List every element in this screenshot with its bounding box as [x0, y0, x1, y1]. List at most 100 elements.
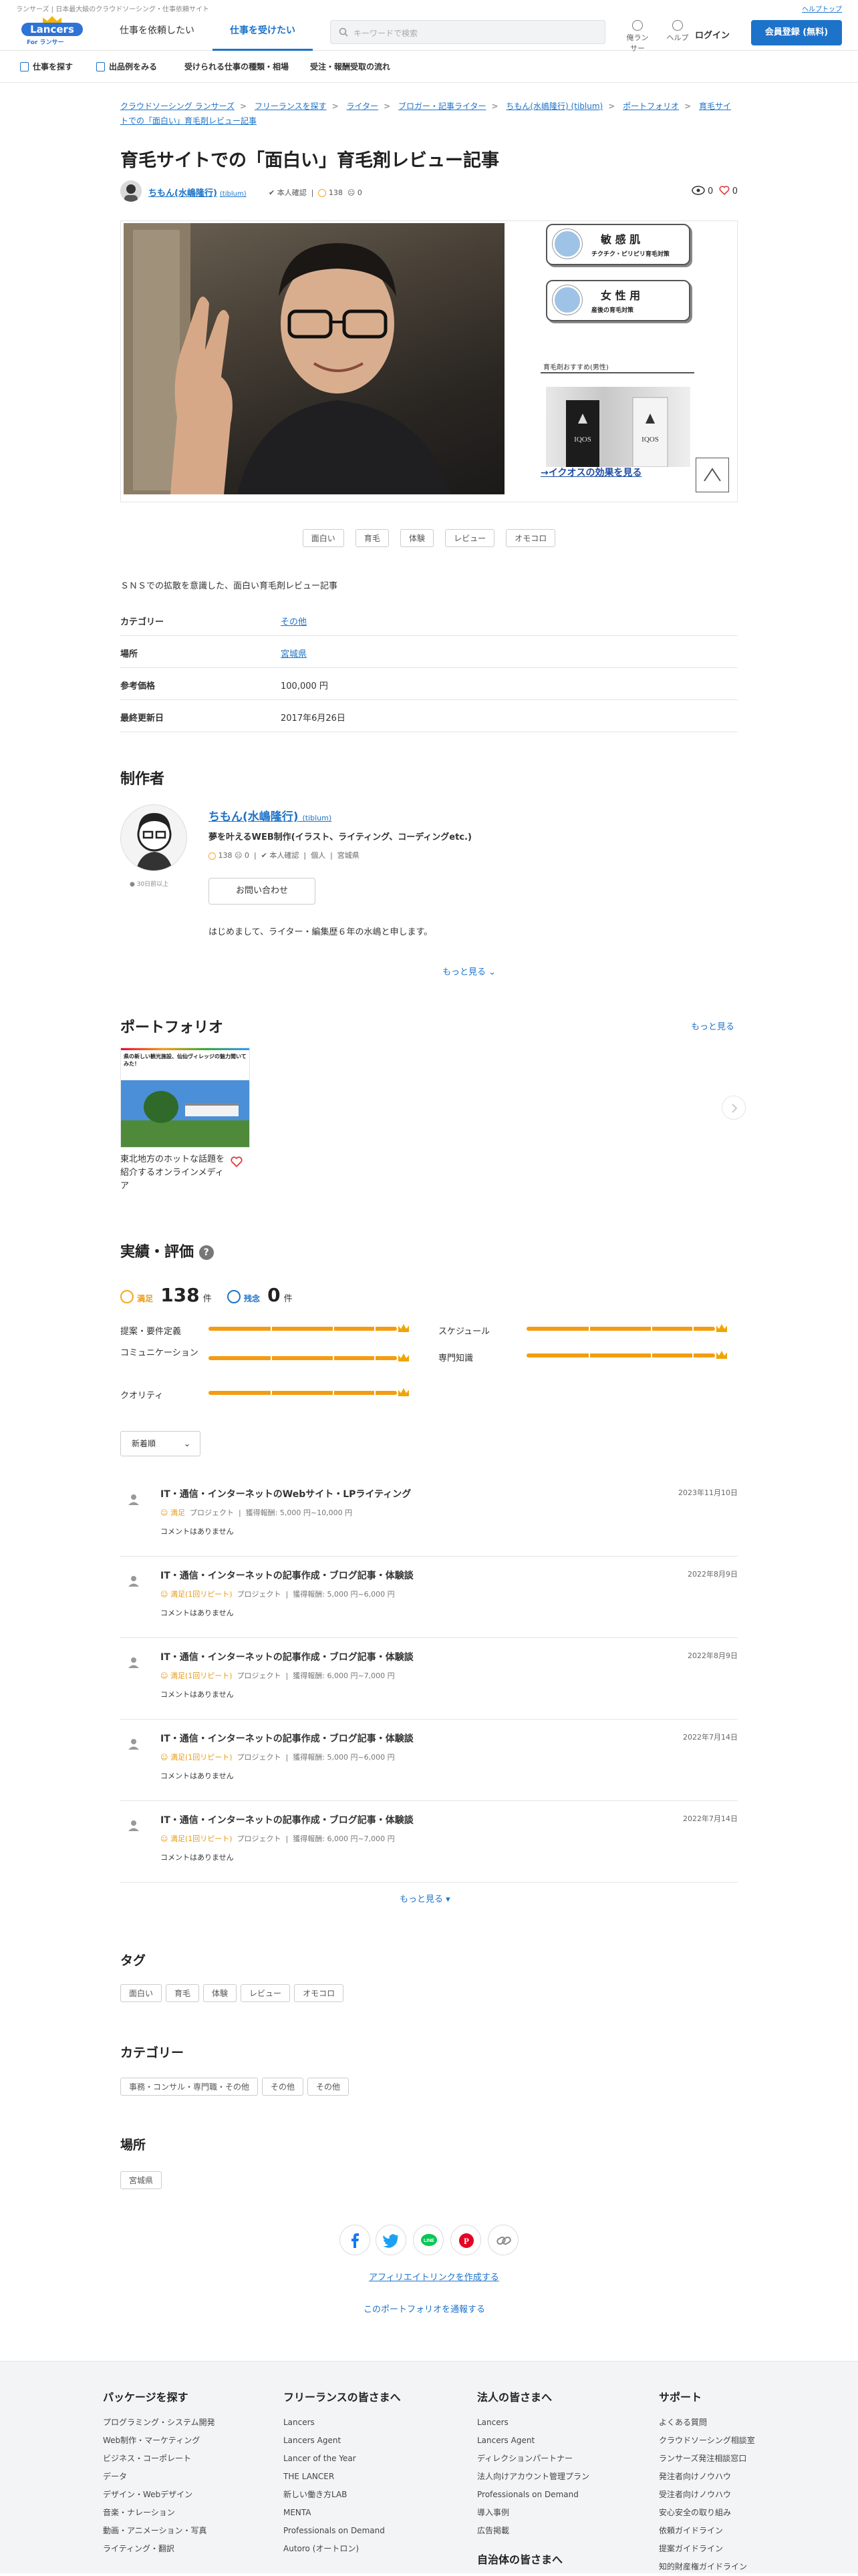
tag-chip[interactable]: レビュー	[241, 1984, 291, 2002]
scroll-top-button[interactable]	[696, 458, 729, 492]
maker-avatar[interactable]	[120, 804, 187, 871]
footer-link[interactable]: Lancers Agent	[283, 2432, 450, 2450]
breadcrumb-item[interactable]: クラウドソーシング ランサーズ	[120, 102, 235, 111]
tag-chip[interactable]: レビュー	[445, 529, 495, 547]
footer-link[interactable]: Lancers Agent	[477, 2432, 644, 2450]
facebook-share-button[interactable]	[339, 2225, 370, 2255]
footer-link[interactable]: デザイン・Webデザイン	[103, 2486, 270, 2504]
footer-link[interactable]: Lancers	[283, 2414, 450, 2432]
twitter-share-button[interactable]	[376, 2225, 406, 2255]
pinterest-share-button[interactable]: P	[450, 2225, 481, 2255]
affiliate-link[interactable]: アフィリエイトリンクを作成する	[369, 2270, 499, 2283]
footer-link[interactable]: 提案ガイドライン	[659, 2540, 826, 2558]
footer-link[interactable]: 依頼ガイドライン	[659, 2522, 826, 2540]
help-button[interactable]: ヘルプ	[664, 20, 691, 43]
footer-link[interactable]: ディレクションパートナー	[477, 2450, 644, 2468]
register-button[interactable]: 会員登録 (無料)	[751, 20, 842, 45]
sort-select[interactable]: 新着順 ⌄	[120, 1431, 200, 1456]
footer-link[interactable]: THE LANCER	[283, 2468, 450, 2486]
footer-link[interactable]: よくある質問	[659, 2414, 826, 2432]
breadcrumb-item[interactable]: フリーランスを探す	[255, 102, 327, 111]
help-icon[interactable]: ?	[198, 1245, 214, 1260]
carousel-next-button[interactable]	[722, 1096, 746, 1120]
subnav-examples[interactable]: 出品例をみる	[96, 61, 157, 72]
portfolio-card[interactable]: 県の新しい観光施設、仙仙ヴィレッジの魅力聞いてみた！ 東北地方のホットな話題を紹…	[120, 1048, 250, 1193]
tag-chip[interactable]: 面白い	[120, 1984, 162, 2002]
footer-link[interactable]: Lancer of the Year	[283, 2450, 450, 2468]
footer-link[interactable]: 導入事例	[477, 2504, 644, 2522]
footer-link[interactable]: Lancers	[477, 2414, 644, 2432]
ad-product-image[interactable]: IQOS IQOS	[546, 387, 690, 468]
footer-link[interactable]: 新しい働き方LAB	[283, 2486, 450, 2504]
footer-link[interactable]: ランサーズ発注相談窓口	[659, 2450, 826, 2468]
results-heading-text: 実績・評価	[120, 1244, 194, 1261]
tag-chip[interactable]: 体験	[400, 529, 434, 547]
footer-link[interactable]: ライティング・翻訳	[103, 2540, 270, 2558]
breadcrumb-item[interactable]: ライター	[347, 102, 379, 111]
footer-link[interactable]: Autoro (オートロン)	[283, 2540, 450, 2558]
help-top-link[interactable]: ヘルプトップ	[802, 3, 842, 13]
spec-value[interactable]: 宮城県	[281, 647, 307, 659]
footer-link[interactable]: 受注者向けノウハウ	[659, 2486, 826, 2504]
heart-icon[interactable]	[230, 1156, 243, 1168]
footer-link[interactable]: ビジネス・コーポレート	[103, 2450, 270, 2468]
line-share-button[interactable]: LINE	[413, 2225, 444, 2255]
breadcrumb-item[interactable]: ちもん(水嶋隆行) (tiblum)	[506, 102, 603, 111]
tag-chip[interactable]: 育毛	[166, 1984, 200, 2002]
ad-sensitive-skin-button[interactable]: 敏 感 肌 チクチク・ピリピリ育毛対策	[546, 224, 690, 265]
footer-link[interactable]: 広告掲載	[477, 2522, 644, 2540]
footer-link[interactable]: Professionals on Demand	[283, 2522, 450, 2540]
ad-person-icon	[553, 229, 582, 259]
subnav-find-jobs[interactable]: 仕事を探す	[20, 61, 73, 72]
place-chip[interactable]: 宮城県	[120, 2171, 162, 2189]
tag-chip[interactable]: オモコロ	[506, 529, 556, 547]
subnav-job-types[interactable]: 受けられる仕事の種類・相場	[184, 61, 289, 72]
review-title[interactable]: IT・通信・インターネットの記事作成・ブログ記事・体験談	[160, 1813, 414, 1826]
footer-link[interactable]: クラウドソーシング相談室	[659, 2432, 826, 2450]
subnav-flow[interactable]: 受注・報酬受取の流れ	[310, 61, 390, 72]
portfolio-more-link[interactable]: もっと見る	[691, 1019, 734, 1032]
category-chip[interactable]: 事務・コンサル・専門職・その他	[120, 2078, 259, 2096]
footer-link[interactable]: プログラミング・システム開発	[103, 2414, 270, 2432]
report-link[interactable]: このポートフォリオを通報する	[364, 2302, 485, 2315]
footer-link[interactable]: Web制作・マーケティング	[103, 2432, 270, 2450]
search-input[interactable]: キーワードで検索	[330, 20, 605, 44]
copy-link-button[interactable]	[488, 2225, 519, 2255]
review-title[interactable]: IT・通信・インターネットのWebサイト・LPライティング	[160, 1487, 411, 1500]
footer-link[interactable]: 法人向けアカウント管理プラン	[477, 2468, 644, 2486]
review-title[interactable]: IT・通信・インターネットの記事作成・ブログ記事・体験談	[160, 1732, 414, 1745]
avatar[interactable]	[120, 180, 142, 202]
footer-link[interactable]: 音楽・ナレーション	[103, 2504, 270, 2522]
tag-chip[interactable]: 面白い	[302, 529, 344, 547]
breadcrumb-item[interactable]: ブロガー・記事ライター	[398, 102, 486, 111]
review-title[interactable]: IT・通信・インターネットの記事作成・ブログ記事・体験談	[160, 1650, 414, 1663]
lancers-logo[interactable]: Lancers For ランサー	[21, 16, 83, 46]
reviews-more-link[interactable]: もっと見る ▾	[400, 1892, 450, 1905]
footer-link[interactable]: 動画・アニメーション・写真	[103, 2522, 270, 2540]
breadcrumb-item[interactable]: ポートフォリオ	[623, 102, 679, 111]
maker-name[interactable]: ちもん(水嶋隆行) (tiblum)	[208, 807, 331, 824]
footer-link[interactable]: MENTA	[283, 2504, 450, 2522]
footer-link[interactable]: データ	[103, 2468, 270, 2486]
category-chip[interactable]: その他	[262, 2078, 304, 2096]
category-chip[interactable]: その他	[307, 2078, 349, 2096]
heart-icon[interactable]	[719, 186, 730, 196]
footer-link[interactable]: 安心安全の取り組み	[659, 2504, 826, 2522]
tag-chip[interactable]: 体験	[203, 1984, 237, 2002]
maker-more-link[interactable]: もっと見る ⌄	[442, 965, 496, 977]
my-lancer-button[interactable]: 俺ランサー	[624, 20, 651, 53]
author-name[interactable]: ちもん(水嶋隆行) (tiblum)	[148, 186, 247, 198]
tab-work[interactable]: 仕事を受けたい	[212, 21, 313, 51]
ad-women-button[interactable]: 女 性 用 産後の育毛対策	[546, 280, 690, 321]
spec-value[interactable]: その他	[281, 615, 307, 627]
tag-chip[interactable]: オモコロ	[294, 1984, 344, 2002]
ad-link[interactable]: →イクオスの効果を見る	[541, 466, 641, 479]
tab-hire[interactable]: 仕事を依頼したい	[107, 21, 207, 51]
portfolio-photo[interactable]	[124, 223, 505, 494]
tag-chip[interactable]: 育毛	[355, 529, 389, 547]
review-title[interactable]: IT・通信・インターネットの記事作成・ブログ記事・体験談	[160, 1569, 414, 1582]
contact-button[interactable]: お問い合わせ	[208, 878, 315, 905]
footer-link[interactable]: 発注者向けノウハウ	[659, 2468, 826, 2486]
login-button[interactable]: ログイン	[695, 28, 730, 41]
footer-link[interactable]: Professionals on Demand	[477, 2486, 644, 2504]
